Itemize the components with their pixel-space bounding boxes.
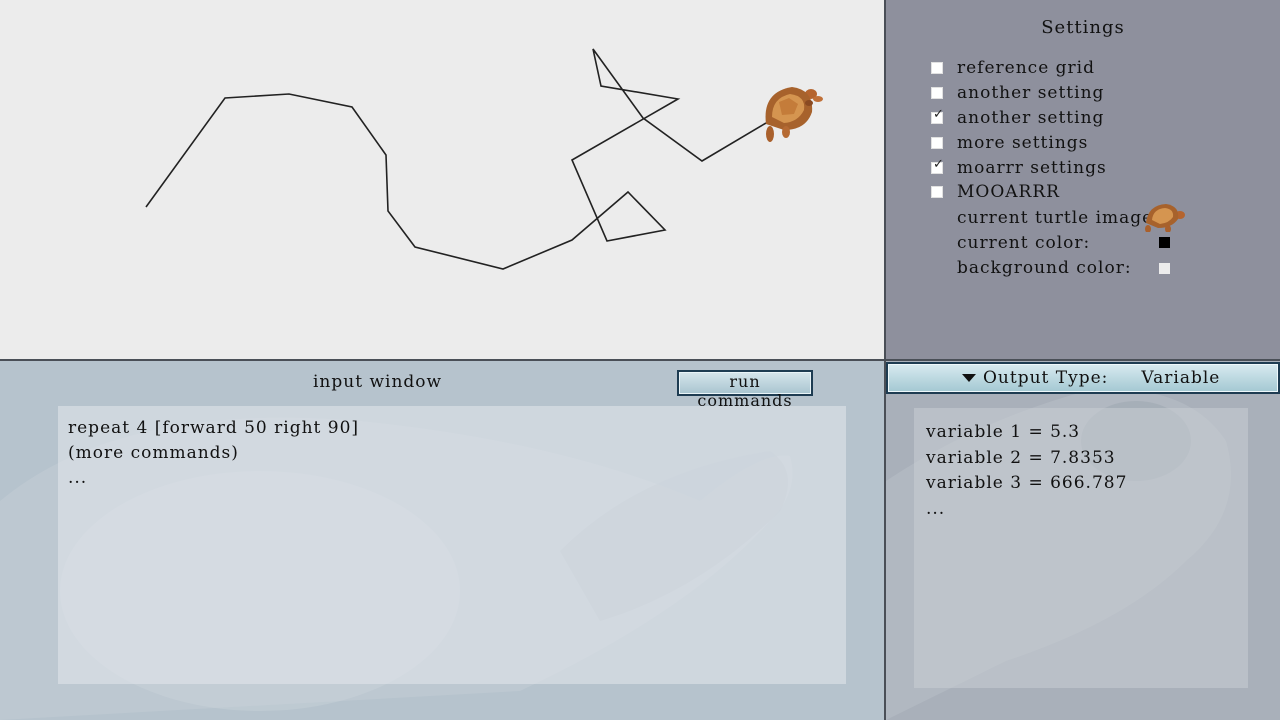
input-panel: input window run commands repeat 4 [forw… — [0, 361, 884, 720]
background-color-swatch[interactable] — [1159, 263, 1170, 274]
setting-checkbox[interactable] — [931, 87, 943, 99]
turtle-canvas[interactable] — [0, 0, 884, 360]
output-line: variable 1 = 5.3 — [926, 422, 1081, 442]
turtle-icon — [765, 87, 823, 142]
setting-label: another setting — [957, 108, 1105, 128]
setting-moarrr-settings[interactable]: moarrr settings — [931, 157, 1107, 179]
setting-more-settings[interactable]: more settings — [931, 132, 1088, 154]
setting-checkbox[interactable] — [931, 186, 943, 198]
setting-label: reference grid — [957, 58, 1095, 78]
setting-label: another setting — [957, 83, 1105, 103]
output-line: ... — [926, 498, 946, 519]
setting-checkbox[interactable] — [931, 137, 943, 149]
setting-another-setting-2[interactable]: another setting — [931, 107, 1104, 129]
turtle-drawing — [145, 48, 823, 270]
turtle-image-label: current turtle image: — [957, 208, 1160, 228]
output-display: variable 1 = 5.3 variable 2 = 7.8353 var… — [914, 408, 1248, 688]
setting-checkbox[interactable] — [931, 62, 943, 74]
output-line: variable 3 = 666.787 — [926, 473, 1128, 493]
chevron-down-icon — [962, 374, 976, 382]
run-commands-button[interactable]: run commands — [677, 370, 813, 410]
command-line: repeat 4 [forward 50 right 90] — [68, 418, 360, 438]
output-panel: Output Type: Variable variable 1 = 5.3 v… — [886, 361, 1280, 720]
current-color-swatch[interactable] — [1159, 237, 1170, 248]
setting-checkbox[interactable] — [931, 157, 945, 174]
current-color-label: current color: — [957, 233, 1091, 253]
setting-another-setting-1[interactable]: another setting — [931, 82, 1104, 104]
settings-title: Settings — [1041, 17, 1125, 38]
setting-label: more settings — [957, 133, 1089, 153]
setting-label: MOOARRR — [957, 182, 1060, 202]
setting-label: moarrr settings — [957, 158, 1107, 178]
output-type-dropdown[interactable]: Output Type: Variable — [886, 362, 1280, 394]
turtle-image-icon[interactable] — [1142, 200, 1188, 232]
setting-checkbox[interactable] — [931, 107, 945, 124]
setting-mooarrr[interactable]: MOOARRR — [931, 181, 1060, 203]
command-line: (more commands) — [68, 443, 239, 463]
setting-reference-grid[interactable]: reference grid — [931, 57, 1095, 79]
output-type-label: Output Type: — [983, 368, 1109, 388]
settings-panel: Settings reference grid another setting … — [886, 0, 1280, 359]
background-color-label: background color: — [957, 258, 1132, 278]
input-window-title: input window — [313, 372, 443, 392]
turtle-path — [145, 48, 767, 270]
command-line: ... — [68, 468, 88, 488]
output-line: variable 2 = 7.8353 — [926, 447, 1116, 468]
output-type-value: Variable — [1141, 368, 1221, 388]
command-input[interactable]: repeat 4 [forward 50 right 90] (more com… — [58, 406, 846, 684]
